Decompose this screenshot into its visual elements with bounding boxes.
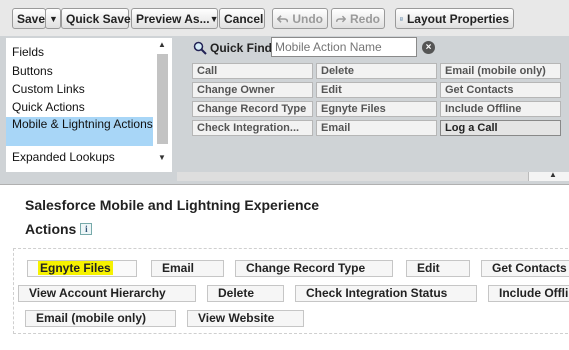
page-layout-editor: Save ▼ Quick Save Preview As... ▼ Cancel… (0, 0, 569, 350)
cancel-label: Cancel (224, 11, 264, 26)
quick-find-input[interactable] (271, 37, 417, 57)
category-item-expanded-lookups[interactable]: Expanded Lookups (12, 150, 115, 164)
undo-button[interactable]: Undo (272, 8, 328, 29)
action-item-edit[interactable]: Edit (406, 260, 470, 277)
palette-panel: Fields Buttons Custom Links Quick Action… (0, 36, 569, 184)
save-button[interactable]: Save (12, 8, 46, 29)
action-item-change-record-type[interactable]: Change Record Type (235, 260, 393, 277)
cancel-button[interactable]: Cancel (219, 8, 265, 29)
palette-item-change-owner[interactable]: Change Owner (192, 82, 313, 98)
scrollbar-thumb[interactable] (157, 54, 168, 144)
action-item-email[interactable]: Email (151, 260, 224, 277)
palette-item-include-offline[interactable]: Include Offline (440, 101, 561, 117)
clear-search-icon[interactable]: × (422, 41, 435, 54)
category-item-fields[interactable]: Fields (12, 45, 44, 59)
action-item-label: Egnyte Files (38, 261, 113, 275)
redo-label: Redo (350, 11, 380, 26)
palette-item-change-record-type[interactable]: Change Record Type (192, 101, 313, 117)
quick-find-bar: Quick Find × (184, 37, 569, 59)
palette-item-email[interactable]: Email (316, 120, 437, 136)
palette-category-list: Fields Buttons Custom Links Quick Action… (6, 38, 172, 172)
preview-as-button[interactable]: Preview As... ▼ (131, 8, 219, 29)
category-scrollbar[interactable]: ▲ ▼ (154, 38, 172, 172)
action-item-egnyte-files[interactable]: Egnyte Files (27, 260, 137, 277)
action-item-delete[interactable]: Delete (207, 285, 284, 302)
scroll-up-arrow-icon[interactable]: ▲ (549, 170, 557, 179)
category-item-mobile-lightning-actions[interactable]: Mobile & Lightning Actions (6, 117, 153, 146)
layout-properties-button[interactable]: Layout Properties (395, 8, 514, 29)
divider (0, 184, 569, 185)
quick-find-text: Quick Find (210, 41, 273, 55)
layout-properties-icon (400, 17, 403, 20)
palette-item-grid: Call Delete Email (mobile only) Change O… (192, 63, 569, 168)
chevron-down-icon: ▼ (49, 13, 58, 24)
redo-button[interactable]: Redo (331, 8, 385, 29)
undo-label: Undo (292, 11, 323, 26)
palette-item-egnyte-files[interactable]: Egnyte Files (316, 101, 437, 117)
palette-item-email-mobile-only[interactable]: Email (mobile only) (440, 63, 561, 79)
action-item-check-integration-status[interactable]: Check Integration Status (295, 285, 477, 302)
layout-properties-label: Layout Properties (406, 11, 509, 26)
palette-item-delete[interactable]: Delete (316, 63, 437, 79)
search-icon (193, 41, 207, 55)
palette-item-get-contacts[interactable]: Get Contacts (440, 82, 561, 98)
palette-horizontal-scrollbar[interactable]: ▲ (177, 170, 569, 181)
palette-item-edit[interactable]: Edit (316, 82, 437, 98)
category-item-buttons[interactable]: Buttons (12, 64, 53, 78)
info-icon[interactable]: i (80, 223, 93, 235)
undo-icon (277, 14, 289, 23)
save-dropdown-button[interactable]: ▼ (45, 8, 61, 29)
action-item-view-website[interactable]: View Website (187, 310, 304, 327)
scrollbar-thumb[interactable] (177, 172, 529, 181)
scroll-down-arrow-icon[interactable]: ▼ (158, 153, 166, 162)
quick-save-label: Quick Save (66, 11, 131, 26)
category-item-custom-links[interactable]: Custom Links (12, 82, 85, 96)
preview-as-label: Preview As... (136, 11, 210, 26)
action-item-view-account-hierarchy[interactable]: View Account Hierarchy (18, 285, 196, 302)
layout-canvas: Salesforce Mobile and Lightning Experien… (0, 184, 569, 350)
editor-toolbar: Save ▼ Quick Save Preview As... ▼ Cancel… (0, 0, 569, 36)
section-subtitle: Actions i (25, 221, 93, 237)
section-title: Salesforce Mobile and Lightning Experien… (25, 197, 320, 213)
action-item-email-mobile-only[interactable]: Email (mobile only) (25, 310, 176, 327)
action-item-include-offline[interactable]: Include Offli (488, 285, 569, 302)
redo-icon (336, 15, 346, 22)
category-item-quick-actions[interactable]: Quick Actions (12, 100, 85, 114)
save-button-label: Save (17, 11, 46, 26)
quick-save-button[interactable]: Quick Save (61, 8, 131, 29)
palette-item-log-a-call[interactable]: Log a Call (440, 120, 561, 136)
action-item-get-contacts[interactable]: Get Contacts (481, 260, 569, 277)
palette-item-call[interactable]: Call (192, 63, 313, 79)
palette-item-check-integration[interactable]: Check Integration... (192, 120, 313, 136)
quick-find-label: Quick Find (193, 41, 272, 55)
scroll-up-arrow-icon[interactable]: ▲ (158, 40, 166, 49)
section-subtitle-text: Actions (25, 221, 77, 237)
chevron-down-icon: ▼ (209, 13, 219, 24)
